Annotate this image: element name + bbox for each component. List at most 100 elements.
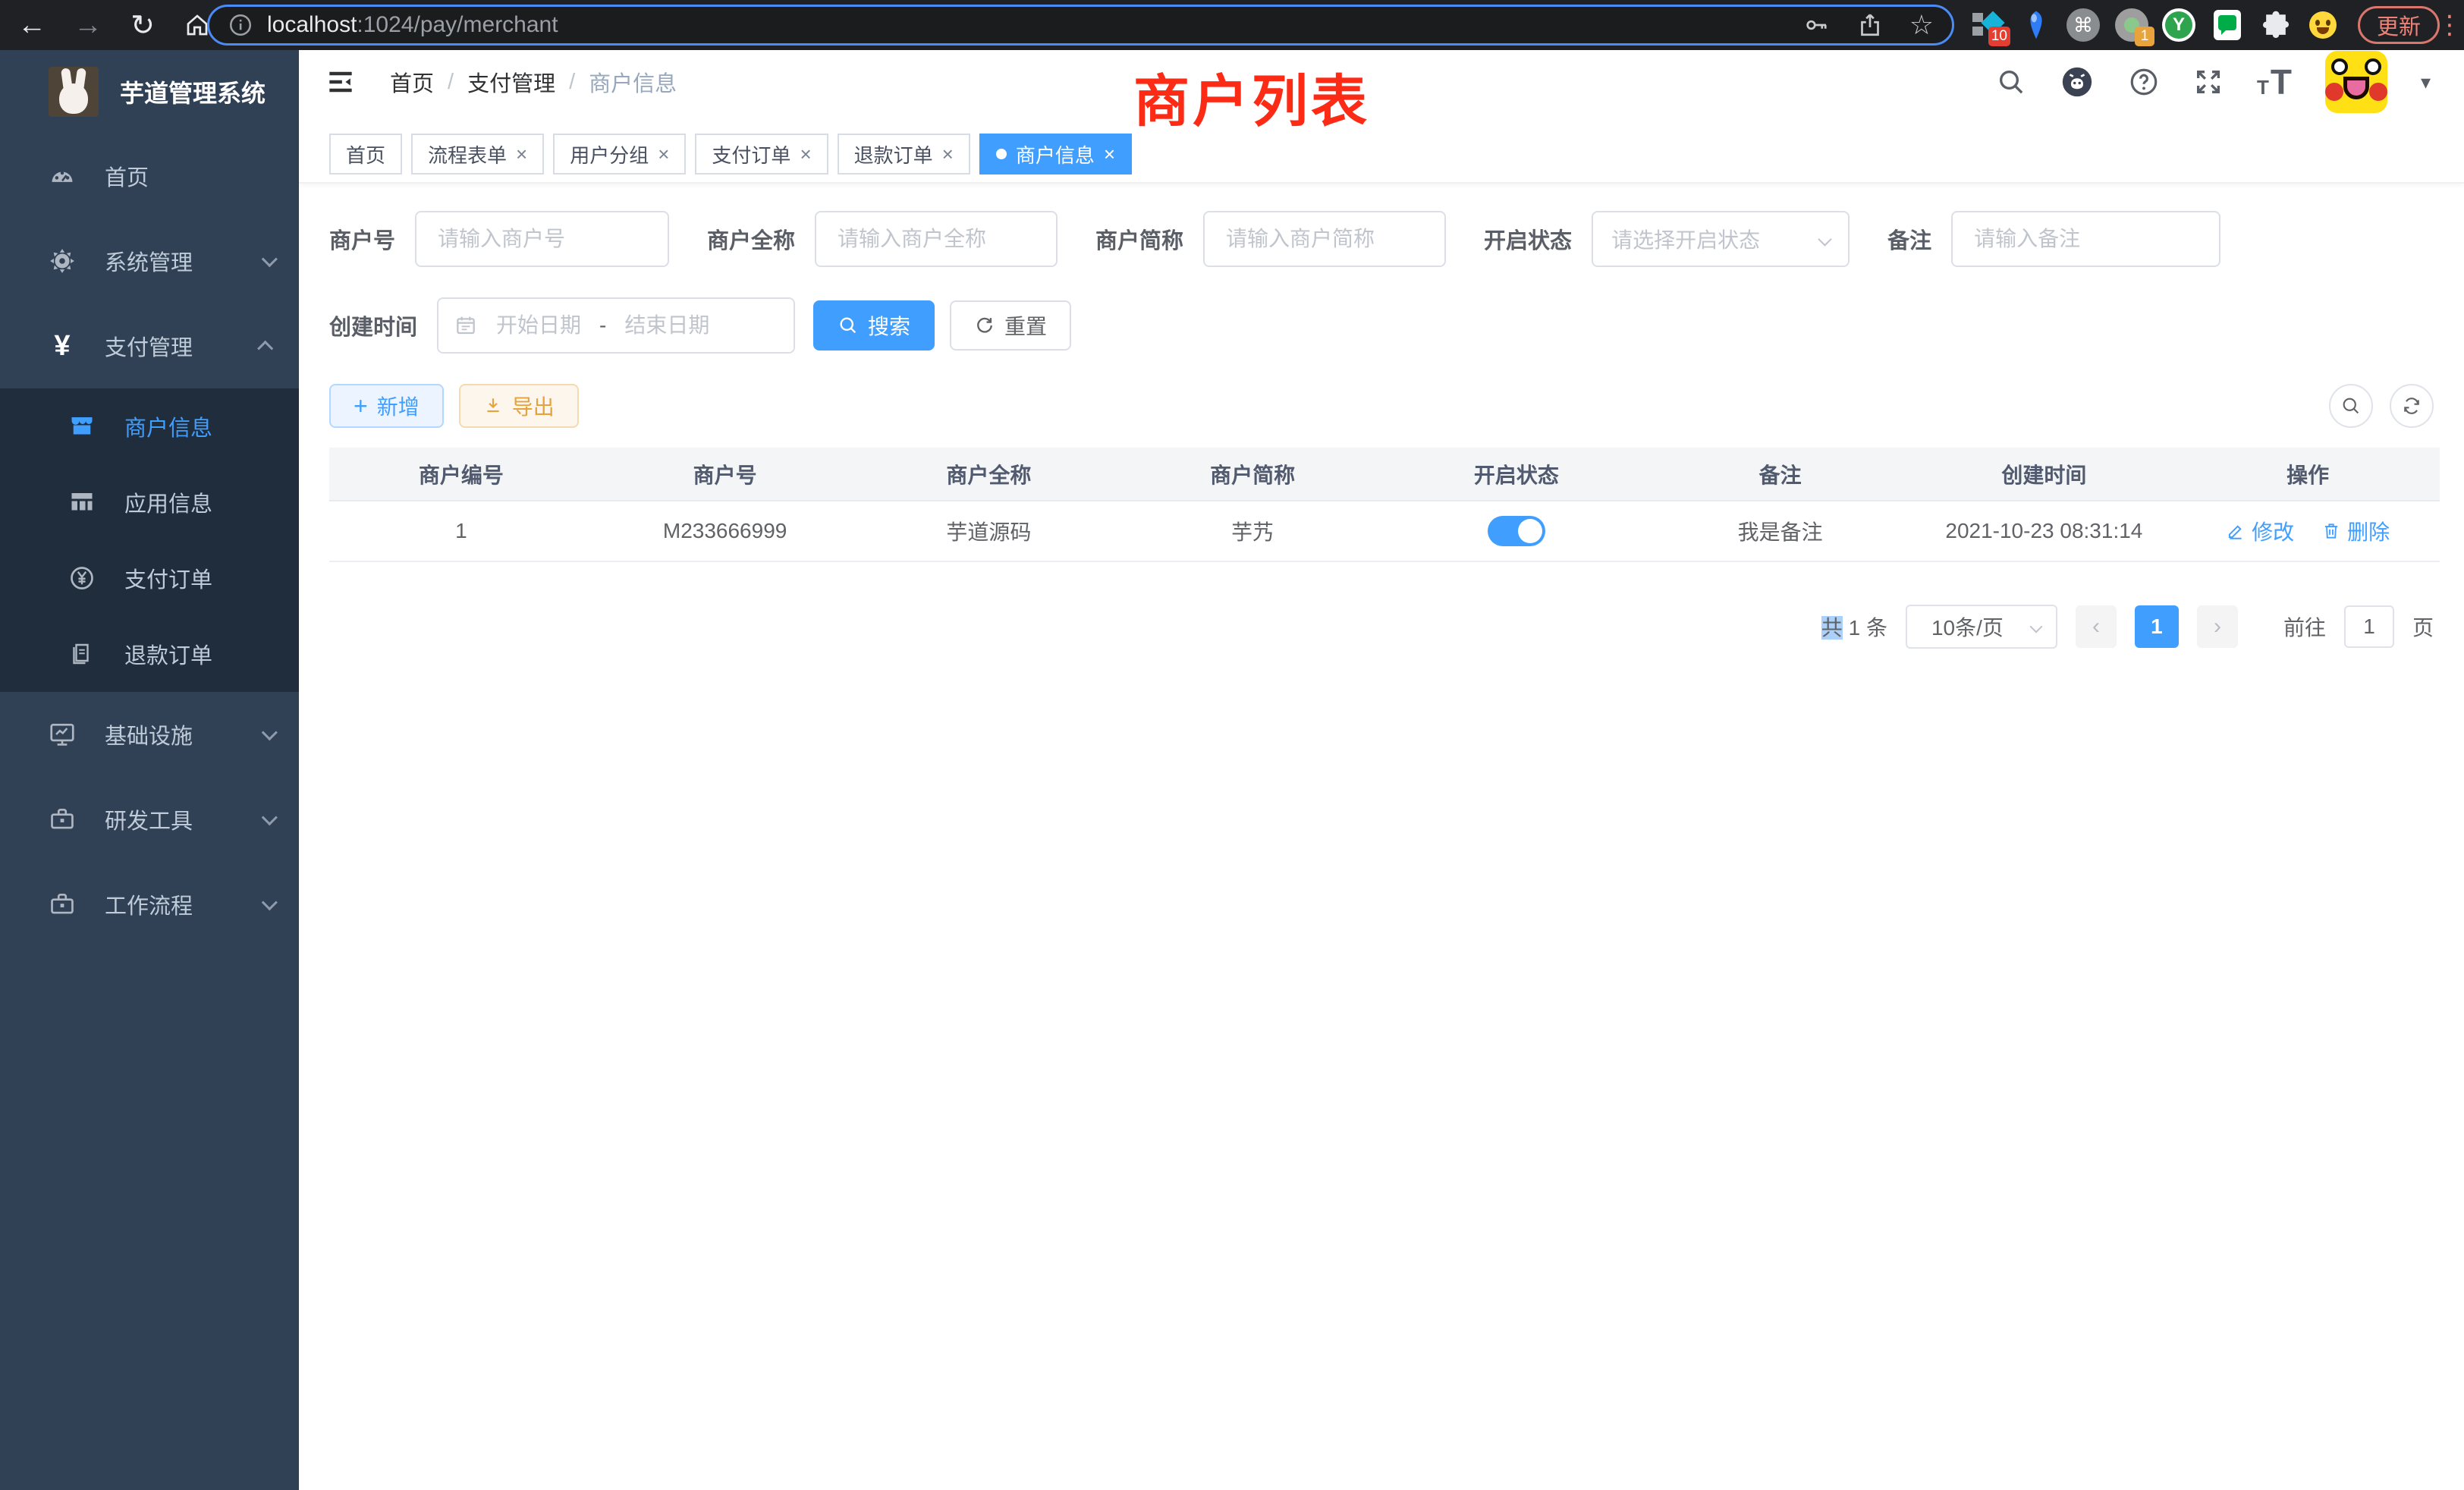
next-page-button[interactable]: › (2197, 605, 2238, 648)
short-name-label: 商户简称 (1095, 223, 1183, 255)
fullscreen-icon[interactable] (2193, 67, 2224, 97)
status-select[interactable]: 请选择开启状态 (1592, 211, 1850, 267)
bookmark-star-icon[interactable]: ☆ (1909, 9, 1934, 41)
tab-pay-order[interactable]: 支付订单× (695, 134, 828, 174)
goto-page-input[interactable] (2344, 605, 2394, 648)
filter-row-2: 创建时间 - 搜索 重置 (329, 297, 2434, 354)
col-status: 开启状态 (1384, 448, 1648, 501)
page-size-select[interactable]: 10条/页 (1906, 605, 2057, 649)
browser-forward-button[interactable]: → (67, 0, 109, 50)
help-icon[interactable] (2128, 66, 2160, 98)
refresh-icon (2401, 395, 2422, 417)
add-button[interactable]: + 新增 (329, 384, 444, 428)
extension-y-icon[interactable]: Y (2162, 8, 2195, 42)
tab-label: 流程表单 (428, 140, 507, 168)
sidebar-item-infrastructure[interactable]: 基础设施 (0, 692, 299, 777)
extensions-puzzle-icon[interactable] (2259, 8, 2293, 42)
close-icon[interactable]: × (800, 143, 811, 166)
close-icon[interactable]: × (942, 143, 954, 166)
chrome-update-button[interactable]: 更新 (2358, 6, 2440, 44)
share-icon[interactable] (1856, 11, 1884, 39)
app-logo-row[interactable]: 芋道管理系统 (0, 50, 299, 134)
total-number: 1 (1849, 616, 1861, 640)
breadcrumb-payment[interactable]: 支付管理 (467, 66, 555, 98)
short-name-input[interactable] (1203, 211, 1446, 267)
delete-button[interactable]: 删除 (2321, 516, 2390, 546)
sidebar-collapse-button[interactable] (323, 64, 358, 99)
tab-merchant-info[interactable]: 商户信息× (979, 134, 1132, 174)
user-avatar[interactable] (2325, 51, 2387, 113)
url-host: localhost (267, 12, 357, 37)
tags-view-bar: 首页 流程表单 × 用户分组× 支付订单× 退款订单× 商户信息× (299, 114, 2464, 184)
search-button[interactable]: 搜索 (813, 300, 935, 350)
search-icon (838, 315, 859, 336)
close-icon[interactable]: × (658, 143, 669, 166)
sidebar-item-dev-tools[interactable]: 研发工具 (0, 777, 299, 862)
extension-pin-icon[interactable] (2019, 8, 2053, 42)
tab-home[interactable]: 首页 (329, 134, 402, 174)
extension-recorder-icon[interactable]: 1 (2115, 8, 2148, 42)
refresh-table-button[interactable] (2390, 384, 2434, 428)
browser-profile-avatar[interactable] (2306, 8, 2340, 42)
reset-button[interactable]: 重置 (950, 300, 1071, 350)
sidebar-item-label: 商户信息 (124, 410, 212, 442)
close-icon[interactable]: × (516, 143, 527, 166)
extension-tampermonkey-icon[interactable]: 10 (1971, 8, 2004, 42)
extension-chat-icon[interactable] (2211, 8, 2244, 42)
address-bar[interactable]: localhost:1024/pay/merchant ☆ (207, 5, 1954, 46)
url-path: :1024/pay/merchant (357, 12, 558, 37)
sidebar-item-label: 系统管理 (105, 245, 193, 277)
start-date-input[interactable] (478, 313, 599, 338)
edit-button[interactable]: 修改 (2226, 516, 2294, 546)
total-count: 共 1 条 (1821, 611, 1887, 642)
sidebar-item-label: 退款订单 (124, 638, 212, 670)
show-search-toggle-button[interactable] (2329, 384, 2373, 428)
github-icon[interactable] (2060, 64, 2095, 99)
tab-refund-order[interactable]: 退款订单× (838, 134, 970, 174)
sidebar-item-refund-order[interactable]: 退款订单 (0, 616, 299, 692)
tab-process-form[interactable]: 流程表单 × (411, 134, 544, 174)
content-panel: 商户号 商户全称 商户简称 开启状态 请选择开启状态 (299, 184, 2464, 649)
tab-user-group[interactable]: 用户分组× (553, 134, 686, 174)
end-date-input[interactable] (606, 313, 728, 338)
merchant-no-input[interactable] (415, 211, 669, 267)
sidebar-item-workflow[interactable]: 工作流程 (0, 862, 299, 947)
prev-page-button[interactable]: ‹ (2076, 605, 2117, 648)
chrome-menu-icon[interactable]: ⋮ (2437, 8, 2462, 42)
close-icon[interactable]: × (1104, 143, 1115, 166)
chevron-down-icon (262, 725, 278, 740)
breadcrumb-home[interactable]: 首页 (390, 66, 434, 98)
sidebar-item-pay-order[interactable]: 支付订单 (0, 540, 299, 616)
sidebar-item-label: 支付管理 (105, 330, 193, 362)
page-1-button[interactable]: 1 (2135, 605, 2179, 648)
chevron-down-icon (262, 809, 278, 825)
date-range-picker[interactable]: - (437, 297, 795, 354)
browser-back-button[interactable]: ← (11, 0, 53, 50)
sidebar-item-home[interactable]: 首页 (0, 134, 299, 218)
password-key-icon[interactable] (1803, 11, 1831, 39)
sidebar-item-merchant-info[interactable]: 商户信息 (0, 388, 299, 464)
extension-command-icon[interactable]: ⌘ (2066, 8, 2100, 42)
sidebar-item-payment[interactable]: ¥ 支付管理 (0, 303, 299, 388)
remark-input[interactable] (1951, 211, 2220, 267)
cell-merchant-id: 1 (329, 501, 593, 561)
full-name-input[interactable] (815, 211, 1058, 267)
search-icon[interactable] (1996, 67, 2026, 97)
reset-label: 重置 (1004, 310, 1047, 341)
sidebar-item-system[interactable]: 系统管理 (0, 218, 299, 303)
info-icon (228, 12, 253, 38)
avatar-caret-icon[interactable]: ▾ (2421, 71, 2431, 94)
yen-circle-icon (67, 563, 97, 593)
active-dot (996, 149, 1007, 159)
url-text: localhost:1024/pay/merchant (267, 12, 558, 38)
merchant-no-label: 商户号 (329, 223, 395, 255)
font-size-icon[interactable]: T T (2257, 64, 2292, 99)
screen: ← → ↻ localhost:1024/pay/merchant ☆ (0, 0, 2464, 1490)
col-remark: 备注 (1648, 448, 1912, 501)
sidebar-item-app-info[interactable]: 应用信息 (0, 464, 299, 540)
status-toggle[interactable] (1488, 516, 1545, 546)
export-button[interactable]: 导出 (459, 384, 579, 428)
browser-reload-button[interactable]: ↻ (121, 0, 164, 50)
total-prefix-highlighted: 共 (1821, 616, 1843, 640)
tab-label: 首页 (346, 140, 385, 168)
